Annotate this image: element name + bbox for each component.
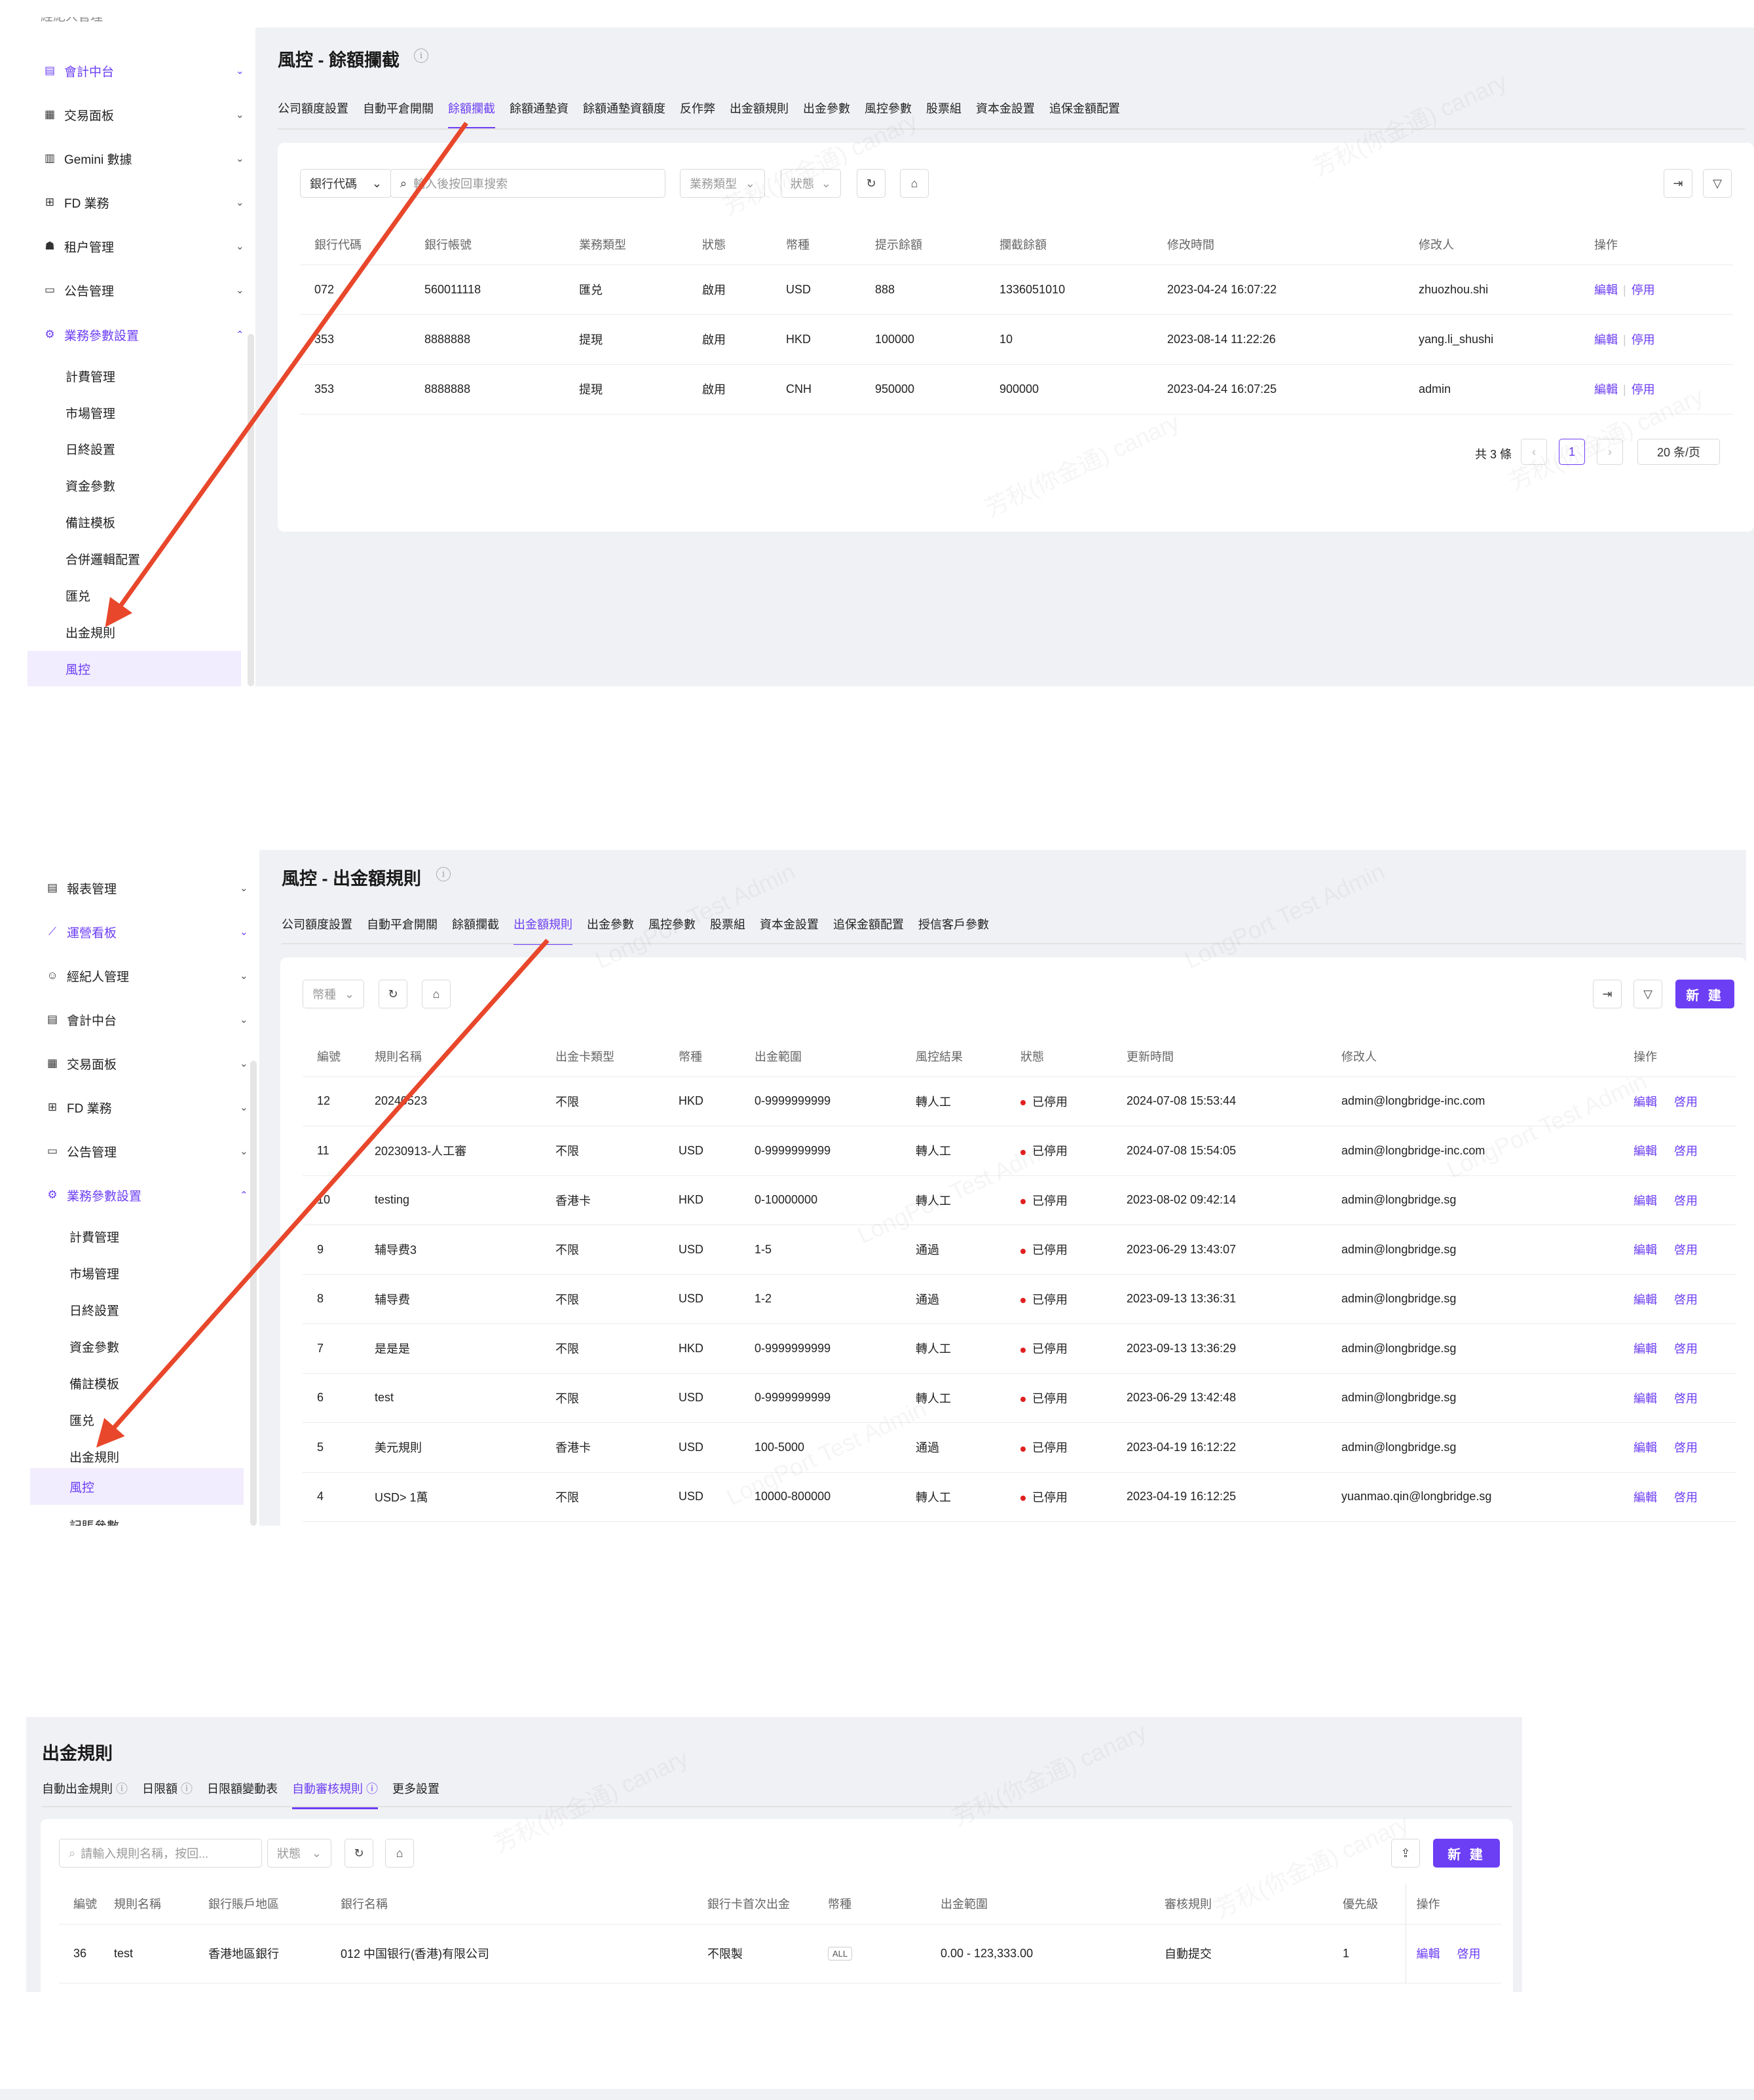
annotation-arrows <box>96 121 550 1448</box>
annotation-arrow-1 <box>105 121 468 627</box>
annotation-arrow-2 <box>96 938 550 1448</box>
